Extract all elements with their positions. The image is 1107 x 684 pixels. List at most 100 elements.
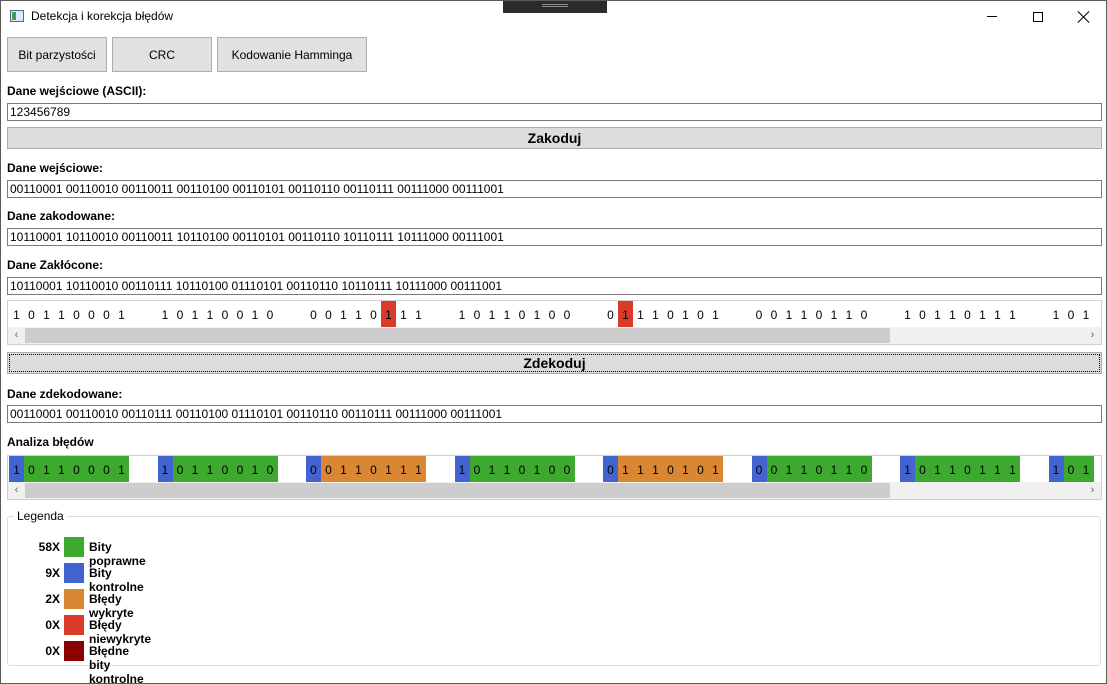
- bit-cell: 1: [1052, 307, 1060, 322]
- correct-bit-cell: 0: [469, 456, 485, 483]
- bit-cell: 1: [682, 307, 689, 322]
- scroll-left-icon[interactable]: ‹: [8, 329, 25, 342]
- bit-cell: 0: [325, 307, 332, 322]
- title-bar[interactable]: Detekcja i korekcja błędów: [1, 1, 1106, 32]
- bit-cell: 1: [206, 307, 214, 322]
- correct-bit-cell: 1: [841, 456, 857, 483]
- legend-swatch: [64, 641, 84, 661]
- ascii-input[interactable]: 123456789: [7, 103, 1102, 121]
- legend-label: Błędne bity kontrolne: [89, 644, 144, 684]
- close-button[interactable]: [1061, 1, 1106, 32]
- bit-cell: 1: [355, 307, 362, 322]
- bit-cell: 0: [103, 307, 110, 322]
- parity-bit-button[interactable]: Bit parzystości: [7, 37, 107, 72]
- ascii-input-label: Dane wejściowe (ASCII):: [7, 84, 147, 98]
- bit-cell: 0: [370, 307, 377, 322]
- decoded-label: Dane zdekodowane:: [7, 387, 123, 401]
- correct-bit-cell: 0: [232, 456, 248, 483]
- encoded-label: Dane zakodowane:: [7, 209, 116, 223]
- correct-bit-cell: 1: [529, 456, 545, 483]
- correct-bit-cell: 1: [54, 456, 69, 483]
- detected-error-bit-cell: 0: [366, 456, 381, 483]
- encode-button[interactable]: Zakoduj: [7, 127, 1102, 149]
- scroll-thumb[interactable]: [25, 483, 890, 498]
- scroll-right-icon[interactable]: ›: [1084, 484, 1101, 497]
- control-bit-cell: 0: [751, 456, 767, 483]
- bit-cell: 0: [770, 307, 778, 322]
- app-icon: [10, 10, 24, 22]
- bit-cell: 0: [73, 307, 80, 322]
- bit-cell: 1: [637, 307, 644, 322]
- maximize-button[interactable]: [1015, 1, 1061, 32]
- maximize-icon: [1033, 11, 1043, 22]
- flipped-bit-cell: 1: [381, 301, 396, 328]
- control-bit-cell: 1: [454, 456, 470, 483]
- detected-error-bit-cell: 1: [708, 456, 723, 483]
- scroll-left-icon[interactable]: ‹: [8, 484, 25, 497]
- legend-label: Błędy niewykryte: [89, 618, 152, 646]
- analysis-bit-strip[interactable]: 1011000110110010001101111011010001110101…: [7, 455, 1102, 500]
- bit-cell: 1: [340, 307, 347, 322]
- legend-swatch: [64, 589, 84, 609]
- bit-cell: 0: [860, 307, 868, 322]
- input-bits-field[interactable]: 00110001 00110010 00110011 00110100 0011…: [7, 180, 1102, 198]
- correct-bit-cell: 1: [945, 456, 960, 483]
- bit-cell: 0: [964, 307, 971, 322]
- bit-cell: 1: [1009, 307, 1016, 322]
- legend-group: Legenda 58X Bity poprawne 9X Bity kontrolne…: [7, 509, 1101, 683]
- correct-bit-cell: 0: [559, 456, 575, 483]
- drag-grip-icon[interactable]: [503, 1, 607, 13]
- bit-cell: 1: [118, 307, 125, 322]
- correct-bit-cell: 1: [247, 456, 263, 483]
- correct-bit-cell: 1: [781, 456, 797, 483]
- bit-cell: 0: [310, 307, 317, 322]
- legend-swatch: [64, 615, 84, 635]
- scroll-thumb[interactable]: [25, 328, 890, 343]
- detected-error-bit-cell: 1: [648, 456, 663, 483]
- window-title: Detekcja i korekcja błędów: [31, 9, 174, 23]
- bit-cell: 1: [488, 307, 496, 322]
- bit-cell: 0: [236, 307, 244, 322]
- control-bit-cell: 1: [1048, 456, 1064, 483]
- control-bit-cell: 1: [157, 456, 173, 483]
- bit-cell: 0: [563, 307, 571, 322]
- legend-count: 0X: [45, 618, 60, 632]
- bit-cell: 1: [1082, 307, 1090, 322]
- control-bit-cell: 0: [306, 456, 321, 483]
- noisy-scrollbar[interactable]: ‹ ›: [8, 327, 1101, 344]
- legend-count: 0X: [45, 644, 60, 658]
- crc-button[interactable]: CRC: [112, 37, 212, 72]
- hamming-button[interactable]: Kodowanie Hamminga: [217, 37, 367, 72]
- bit-cell: 0: [667, 307, 674, 322]
- scroll-right-icon[interactable]: ›: [1084, 329, 1101, 342]
- correct-bit-cell: 1: [202, 456, 218, 483]
- detected-error-bit-cell: 1: [396, 456, 411, 483]
- correct-bit-cell: 0: [1063, 456, 1079, 483]
- detected-error-bit-cell: 1: [678, 456, 693, 483]
- legend-swatch: [64, 563, 84, 583]
- bit-cell: 1: [161, 307, 169, 322]
- flipped-bit-cell: 1: [618, 301, 633, 328]
- correct-bit-cell: 0: [262, 456, 278, 483]
- bit-cell: 0: [88, 307, 95, 322]
- correct-bit-cell: 0: [915, 456, 930, 483]
- encoded-field[interactable]: 10110001 10110010 00110011 10110100 0011…: [7, 228, 1102, 246]
- legend-count: 58X: [38, 540, 60, 554]
- legend-label: Bity kontrolne: [89, 566, 144, 594]
- decode-button[interactable]: Zdekoduj: [7, 352, 1102, 374]
- bit-cell: 1: [785, 307, 793, 322]
- decoded-field[interactable]: 00110001 00110010 00110111 00110100 0111…: [7, 405, 1102, 423]
- bit-cell: 1: [934, 307, 941, 322]
- close-icon: [1078, 11, 1090, 23]
- minimize-button[interactable]: [969, 1, 1015, 32]
- noisy-field[interactable]: 10110001 10110010 00110111 10110100 0111…: [7, 277, 1102, 295]
- correct-bit-cell: 1: [114, 456, 129, 483]
- bit-cell: 1: [949, 307, 956, 322]
- bit-cell: 1: [13, 307, 20, 322]
- correct-bit-cell: 0: [811, 456, 827, 483]
- analysis-label: Analiza błędów: [7, 435, 94, 449]
- noisy-bit-strip[interactable]: 1011000110110010001101111011010001110101…: [7, 300, 1102, 345]
- analysis-scrollbar[interactable]: ‹ ›: [8, 482, 1101, 499]
- detected-error-bit-cell: 1: [381, 456, 396, 483]
- bit-cell: 0: [607, 307, 614, 322]
